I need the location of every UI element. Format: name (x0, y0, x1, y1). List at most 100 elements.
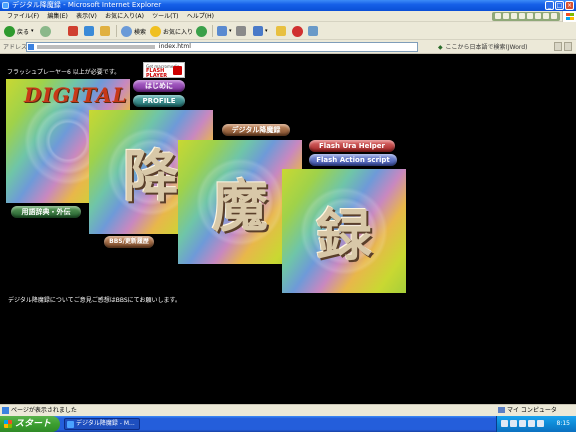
home-button[interactable] (100, 25, 110, 37)
toolbar-mini-icon[interactable] (495, 13, 501, 19)
minimize-button[interactable]: _ (545, 1, 554, 10)
forward-button[interactable] (40, 25, 51, 37)
history-button[interactable] (196, 25, 207, 37)
page-done-icon (2, 407, 9, 414)
flash-badge-text: FLASH PLAYER (146, 69, 167, 79)
toolbar-mini-icon[interactable] (519, 13, 525, 19)
tray-icon[interactable] (537, 420, 544, 427)
hajimeni-button[interactable]: はじめに (133, 80, 185, 92)
flash-badge-line2: PLAYER (146, 73, 168, 79)
window-controls: _ □ × (545, 1, 574, 10)
get-flash-player-badge[interactable]: Get macromedia FLASH PLAYER (143, 62, 185, 79)
flash-action-script-button[interactable]: Flash Action script (309, 154, 397, 166)
messenger-icon (292, 25, 303, 37)
search-button[interactable]: 検索 (121, 25, 146, 37)
digital-gouma-button[interactable]: デジタル降魔録 (222, 124, 290, 136)
history-icon (196, 25, 207, 37)
menu-tools[interactable]: ツール(T) (149, 11, 181, 22)
feedback-note: デジタル降魔録についてご意見ご感想はBBSにてお願いします。 (8, 297, 181, 304)
stop-button[interactable] (68, 25, 78, 37)
kanji-roku: 録 (316, 202, 372, 269)
taskbar: スタート デジタル降魔録 - M... 8:15 (0, 416, 576, 432)
flash-ura-helper-button[interactable]: Flash Ura Helper (309, 140, 395, 152)
tray-icon[interactable] (510, 420, 517, 427)
tray-icon[interactable] (519, 420, 526, 427)
edit-icon (253, 26, 263, 36)
taskbar-ie-window[interactable]: デジタル降魔録 - M... (64, 418, 140, 430)
messenger-button[interactable] (292, 25, 303, 37)
maximize-button[interactable]: □ (555, 1, 564, 10)
toolbar-separator (212, 25, 213, 37)
ie-icon (2, 2, 9, 9)
back-button[interactable]: 戻る ▾ (4, 25, 34, 37)
menu-edit[interactable]: 編集(E) (44, 11, 70, 22)
mail-button[interactable]: ▾ (217, 25, 232, 37)
dropdown-arrow-icon: ▾ (31, 28, 34, 34)
back-arrow-icon (4, 25, 15, 37)
ie-icon (67, 421, 74, 428)
favorites-button[interactable]: お気に入り (150, 25, 193, 37)
refresh-button[interactable] (84, 25, 94, 37)
address-bar: アドレス(D) index.html ◆ ここから日本語で検索(JWord) (0, 40, 576, 54)
start-button[interactable]: スタート (0, 416, 60, 432)
menu-view[interactable]: 表示(V) (73, 11, 100, 22)
yougo-jiten-button[interactable]: 用語辞典・外伝 (11, 206, 81, 218)
research-button[interactable] (308, 25, 318, 37)
windows-logo-icon (4, 420, 12, 428)
edit-button[interactable]: ▾ (253, 25, 268, 37)
profile-button[interactable]: PROFILE (133, 95, 185, 107)
tray-icon[interactable] (501, 420, 508, 427)
search-label: 検索 (134, 28, 147, 36)
menubar-icon-strip (492, 12, 560, 21)
print-button[interactable] (236, 25, 246, 37)
toolbar-mini-icon[interactable] (503, 13, 509, 19)
status-bar: ページが表示されました マイ コンピュータ (0, 404, 576, 416)
folder-button[interactable] (276, 25, 286, 37)
menu-help[interactable]: ヘルプ(H) (184, 11, 217, 22)
search-icon (121, 25, 132, 37)
jword-search[interactable]: ◆ ここから日本語で検索(JWord) (438, 42, 527, 51)
toolbar-mini-icon[interactable] (527, 13, 533, 19)
dropdown-arrow-icon: ▾ (229, 28, 232, 34)
window-title: デジタル降魔録 - Microsoft Internet Explorer (12, 1, 162, 9)
menu-favorites[interactable]: お気に入り(A) (102, 11, 147, 22)
tray-icon[interactable] (528, 420, 535, 427)
address-url-tail: index.html (158, 43, 191, 50)
security-zone: マイ コンピュータ (498, 405, 557, 416)
address-input[interactable]: index.html (26, 42, 418, 52)
kanji-tile-roku: 録 (282, 169, 406, 293)
research-icon (308, 26, 318, 36)
home-icon (100, 26, 110, 36)
status-text: ページが表示されました (11, 407, 77, 414)
toolbar-mini-icon[interactable] (535, 13, 541, 19)
bbs-button[interactable]: BBS/更新履歴 (104, 236, 154, 248)
clock[interactable]: 8:15 (557, 416, 570, 432)
page-icon (28, 44, 34, 50)
links-icon[interactable] (554, 42, 562, 51)
address-end-icons (554, 42, 572, 51)
toolbar-mini-icon[interactable] (551, 13, 557, 19)
flash-logo-icon (173, 66, 182, 75)
menu-bar: ファイル(F) 編集(E) 表示(V) お気に入り(A) ツール(T) ヘルプ(… (0, 11, 576, 22)
digital-logo-text: DIGITAL (24, 83, 128, 107)
page-content: フラッシュプレーヤー6 以上が必要です。 Get macromedia FLAS… (0, 54, 576, 404)
start-label: スタート (15, 419, 52, 429)
close-button[interactable]: × (565, 1, 574, 10)
folder-icon (276, 26, 286, 36)
favorites-label: お気に入り (163, 28, 194, 36)
window-titlebar[interactable]: デジタル降魔録 - Microsoft Internet Explorer _ … (0, 0, 576, 11)
extension-icon[interactable] (564, 42, 572, 51)
mail-icon (217, 26, 227, 36)
go-arrow-icon: ◆ (438, 44, 443, 51)
forward-arrow-icon (40, 25, 51, 37)
system-tray: 8:15 (496, 416, 576, 432)
flash-requirement-note: フラッシュプレーヤー6 以上が必要です。 (7, 69, 121, 76)
tray-icons (501, 420, 544, 427)
toolbar-mini-icon[interactable] (543, 13, 549, 19)
stop-icon (68, 26, 78, 36)
back-label: 戻る (17, 28, 30, 36)
favorites-star-icon (150, 25, 161, 37)
toolbar-mini-icon[interactable] (511, 13, 517, 19)
menu-file[interactable]: ファイル(F) (4, 11, 42, 22)
print-icon (236, 26, 246, 36)
